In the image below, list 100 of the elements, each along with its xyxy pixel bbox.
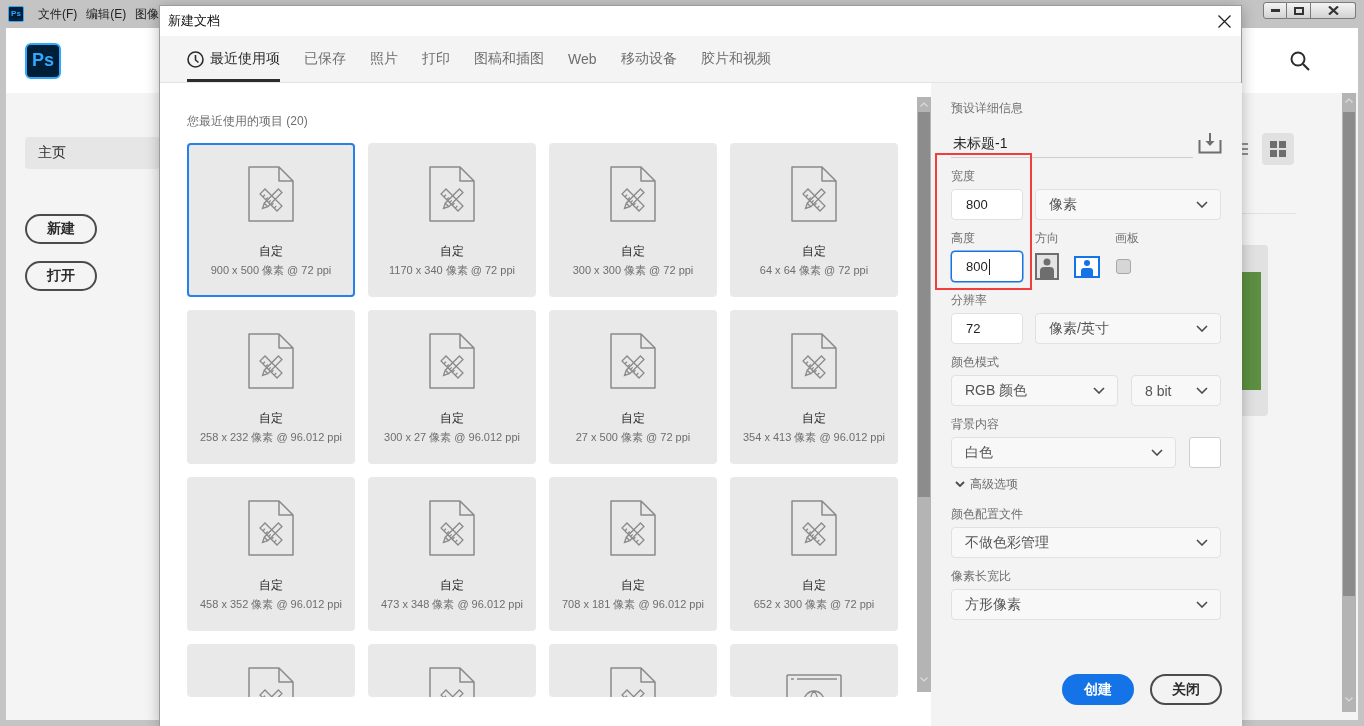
preset-card[interactable]: 自定 652 x 300 像素 @ 72 ppi: [730, 477, 898, 631]
document-icon: [610, 500, 656, 556]
preset-card[interactable]: 自定 64 x 64 像素 @ 72 ppi: [730, 143, 898, 297]
panel-heading: 预设详细信息: [951, 100, 1023, 116]
chevron-up-icon[interactable]: [920, 102, 928, 107]
thumbnail-card[interactable]: [1241, 245, 1268, 416]
field-label: 颜色模式: [951, 354, 999, 370]
tab[interactable]: 移动设备: [620, 36, 677, 82]
app-logo: Ps: [25, 42, 61, 79]
action-button[interactable]: 新建: [25, 214, 97, 244]
minimize-icon: [1270, 9, 1280, 12]
preset-card[interactable]: 自定 1170 x 340 像素 @ 72 ppi: [368, 143, 536, 297]
tab[interactable]: 胶片和视频: [700, 36, 771, 82]
tab[interactable]: 已保存: [304, 36, 346, 82]
tab[interactable]: 打印: [422, 36, 450, 82]
preset-size: 473 x 348 像素 @ 96.012 ppi: [380, 597, 523, 612]
portrait-icon[interactable]: [1035, 253, 1059, 280]
artboard-checkbox[interactable]: [1116, 259, 1131, 274]
document-icon: [248, 333, 294, 389]
preset-card[interactable]: 自定 354 x 413 像素 @ 96.012 ppi: [730, 310, 898, 464]
preset-card[interactable]: [368, 644, 536, 697]
document-icon: [429, 166, 475, 222]
document-icon: [429, 667, 475, 697]
preset-card[interactable]: 自定 900 x 500 像素 @ 72 ppi: [187, 143, 355, 297]
unit-dropdown[interactable]: 像素/英寸: [1035, 313, 1221, 344]
chevron-down-icon[interactable]: [920, 677, 928, 682]
preset-card[interactable]: 自定 300 x 27 像素 @ 96.012 ppi: [368, 310, 536, 464]
chevron-down-icon: [1151, 449, 1163, 456]
chevron-down-icon: [1196, 601, 1208, 608]
document-icon: [248, 500, 294, 556]
preset-card[interactable]: 自定 473 x 348 像素 @ 96.012 ppi: [368, 477, 536, 631]
width-field[interactable]: 800: [951, 189, 1023, 220]
tab[interactable]: 照片: [370, 36, 398, 82]
sidebar-item[interactable]: 主页: [25, 137, 160, 169]
chevron-down-icon[interactable]: [1345, 697, 1353, 702]
action-button[interactable]: 打开: [25, 261, 97, 291]
bit-depth-dropdown[interactable]: 8 bit: [1131, 375, 1221, 406]
clock-icon: [187, 50, 204, 68]
dialog-title: 新建文档: [168, 12, 220, 30]
field-label: 像素长宽比: [951, 568, 1011, 584]
preset-card[interactable]: 自定 300 x 300 像素 @ 72 ppi: [549, 143, 717, 297]
name-field[interactable]: 未标题-1: [951, 129, 1193, 158]
color-mode-dropdown[interactable]: RGB 颜色: [951, 375, 1118, 406]
preset-size: 27 x 500 像素 @ 72 ppi: [575, 430, 691, 445]
menu-item[interactable]: 文件(F): [38, 6, 78, 22]
preset-name: 自定: [802, 410, 826, 426]
document-icon: [610, 166, 656, 222]
text-cursor: [988, 258, 990, 275]
preset-size: 708 x 181 像素 @ 96.012 ppi: [561, 597, 704, 612]
document-icon: [610, 667, 656, 697]
preset-card[interactable]: [187, 644, 355, 697]
color-profile-dropdown[interactable]: 不做色彩管理: [951, 527, 1221, 558]
menu-item[interactable]: 编辑(E): [86, 6, 127, 22]
scrollbar-thumb[interactable]: [1343, 112, 1355, 596]
tab[interactable]: 图稿和插图: [474, 36, 544, 82]
preset-card[interactable]: 自定 708 x 181 像素 @ 96.012 ppi: [549, 477, 717, 631]
preset-card[interactable]: 自定 458 x 352 像素 @ 96.012 ppi: [187, 477, 355, 631]
close-icon: [1217, 14, 1231, 28]
preset-name: 自定: [440, 243, 464, 259]
preset-size: 258 x 232 像素 @ 96.012 ppi: [199, 430, 342, 445]
preset-size: 1170 x 340 像素 @ 72 ppi: [389, 263, 515, 278]
minimize-button[interactable]: [1263, 2, 1287, 19]
maximize-button[interactable]: [1287, 2, 1311, 19]
menu-item[interactable]: 图像: [135, 6, 160, 22]
landscape-icon[interactable]: [1074, 255, 1100, 278]
grid-icon: [1270, 141, 1286, 157]
preset-card[interactable]: 自定 258 x 232 像素 @ 96.012 ppi: [187, 310, 355, 464]
scrollbar-thumb[interactable]: [918, 112, 930, 497]
tab[interactable]: 最近使用项: [187, 36, 280, 82]
preset-name: 自定: [259, 577, 283, 593]
preset-card[interactable]: [730, 644, 898, 697]
grid-view-button[interactable]: [1262, 133, 1294, 165]
preset-name: 自定: [259, 410, 283, 426]
color-swatch-icon[interactable]: [1189, 437, 1221, 468]
preset-name: 自定: [259, 243, 283, 259]
preset-name: 自定: [621, 243, 645, 259]
advanced-options-toggle[interactable]: 高级选项: [951, 476, 1018, 492]
resolution-field[interactable]: 72: [951, 313, 1023, 344]
document-icon: [791, 333, 837, 389]
height-field[interactable]: 800: [951, 251, 1023, 282]
preset-card[interactable]: 自定 27 x 500 像素 @ 72 ppi: [549, 310, 717, 464]
preset-size: 900 x 500 像素 @ 72 ppi: [210, 263, 332, 278]
chevron-up-icon[interactable]: [1345, 98, 1353, 103]
scrollbar[interactable]: [1342, 93, 1356, 712]
dialog-close-button[interactable]: [1216, 13, 1232, 29]
close-button[interactable]: [1311, 2, 1356, 19]
unit-dropdown[interactable]: 像素: [1035, 189, 1221, 220]
tab[interactable]: Web: [568, 36, 597, 82]
scrollbar[interactable]: [917, 97, 931, 692]
chevron-down-icon: [1196, 539, 1208, 546]
close-button[interactable]: 关闭: [1150, 674, 1222, 705]
create-button[interactable]: 创建: [1062, 674, 1134, 705]
maximize-icon: [1293, 6, 1304, 15]
preset-card[interactable]: [549, 644, 717, 697]
download-icon[interactable]: [1198, 132, 1222, 154]
field-label: 颜色配置文件: [951, 506, 1023, 522]
search-icon[interactable]: [1290, 50, 1310, 71]
list-view-icon[interactable]: [1241, 143, 1248, 155]
pixel-aspect-dropdown[interactable]: 方形像素: [951, 589, 1221, 620]
background-dropdown[interactable]: 白色: [951, 437, 1176, 468]
